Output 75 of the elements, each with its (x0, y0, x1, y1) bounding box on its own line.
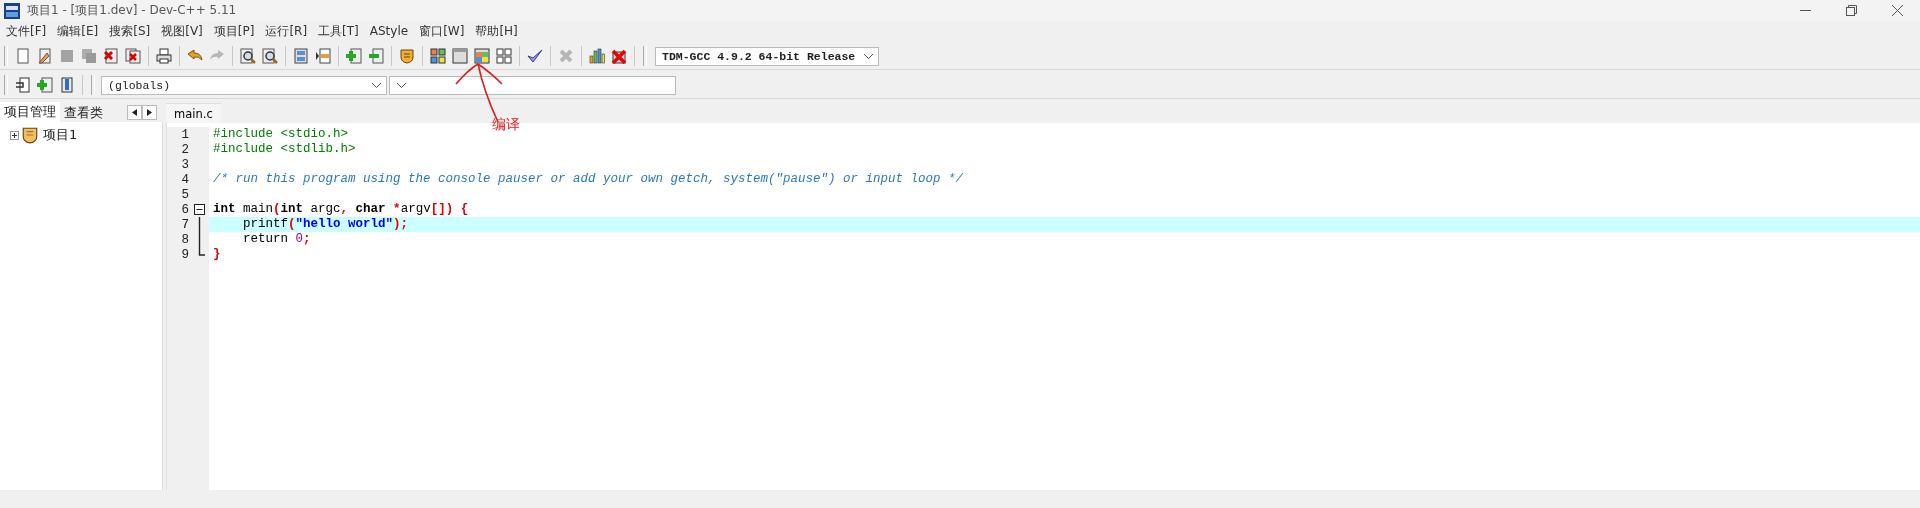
line-number: 3 (180, 157, 189, 172)
line-number: 6 (180, 202, 189, 217)
file-tab[interactable]: main.c (166, 103, 221, 123)
menu-item[interactable]: 搜索[S] (105, 22, 158, 40)
chevron-icon (396, 81, 407, 89)
line-number: 9 (180, 247, 189, 262)
cross-icon (611, 48, 627, 64)
menu-item[interactable]: 工具[T] (314, 22, 366, 40)
chevron-icon (863, 52, 874, 60)
toolbar-button[interactable] (122, 45, 144, 67)
grid-icon (430, 48, 446, 64)
printer-icon (156, 48, 172, 64)
split-icon (315, 48, 331, 64)
check-icon (527, 48, 543, 64)
bar-chart-icon (589, 48, 605, 64)
shield-icon (399, 48, 415, 64)
code-line: } (212, 247, 222, 262)
grid-icon (496, 48, 512, 64)
menu-item[interactable]: 项目[P] (209, 22, 262, 40)
toolbar-button[interactable] (153, 45, 175, 67)
toolbar-button[interactable] (493, 45, 515, 67)
bookmark-icon (59, 77, 75, 93)
page-icon (15, 48, 31, 64)
line-number: 1 (180, 127, 189, 142)
code-line: /* run this program using the console pauser or add your own getch, system("pause") or input loop */ (212, 172, 965, 187)
toolbar-button[interactable] (427, 45, 449, 67)
code-line: int main(int argc, char *argv[]) { (212, 202, 470, 217)
compiler-dropdown[interactable]: TDM-GCC 4.9.2 64-bit Release (655, 46, 879, 66)
code-line: return 0; (242, 232, 312, 247)
menu-item[interactable]: 视图[V] (157, 22, 210, 40)
code-line: #include <stdlib.h> (212, 142, 357, 157)
menu-item[interactable]: 文件[F] (2, 22, 54, 40)
panel-icon (293, 48, 309, 64)
menu-item[interactable]: 运行[R] (261, 22, 315, 40)
line-number: 8 (180, 232, 189, 247)
annotation-label: 编译 (492, 116, 520, 134)
plus-icon (37, 77, 53, 93)
menu-item[interactable]: 编辑[E] (53, 22, 106, 40)
magnifier-icon (262, 48, 278, 64)
close-files-icon (125, 48, 141, 64)
disks-icon (81, 48, 97, 64)
left-triangle-icon (132, 109, 137, 116)
line-number: 7 (180, 217, 189, 232)
line-number: 4 (180, 172, 189, 187)
minus-icon (368, 48, 384, 64)
close-file-icon (103, 48, 119, 64)
chevron-icon (371, 81, 382, 89)
right-triangle-icon (147, 109, 152, 116)
tree-item[interactable]: 项目1 (43, 126, 78, 144)
scroll-left-button[interactable] (127, 105, 142, 120)
app-icon (4, 2, 20, 19)
scroll-right-button[interactable] (142, 105, 157, 120)
shield-icon (21, 126, 39, 144)
grid-icon (474, 48, 490, 64)
expand-icon[interactable] (10, 130, 19, 140)
scope-dropdown[interactable]: (globals) (101, 75, 387, 95)
plus-icon (346, 48, 362, 64)
line-number: 2 (180, 142, 189, 157)
page-arrow-icon (15, 77, 31, 93)
line-number: 5 (180, 187, 189, 202)
panel-tab[interactable]: 项目管理 (0, 102, 60, 122)
code-line: #include <stdio.h> (212, 127, 350, 142)
menu-item[interactable]: AStyle (365, 24, 416, 38)
restore-icon (1845, 5, 1857, 16)
close-icon (1891, 5, 1903, 16)
magnifier-icon (240, 48, 256, 64)
menu-item[interactable]: 帮助[H] (471, 22, 525, 40)
cross-icon (558, 48, 574, 64)
fold-minus-icon[interactable] (193, 202, 207, 217)
toolbar-button[interactable] (586, 45, 608, 67)
window-title: 项目1 - [项目1.dev] - Dev-C++ 5.11 (27, 2, 238, 19)
menu-item[interactable]: 窗口[W] (415, 22, 472, 40)
window-icon (452, 48, 468, 64)
open-file-icon (37, 48, 53, 64)
toolbar-button[interactable] (471, 45, 493, 67)
